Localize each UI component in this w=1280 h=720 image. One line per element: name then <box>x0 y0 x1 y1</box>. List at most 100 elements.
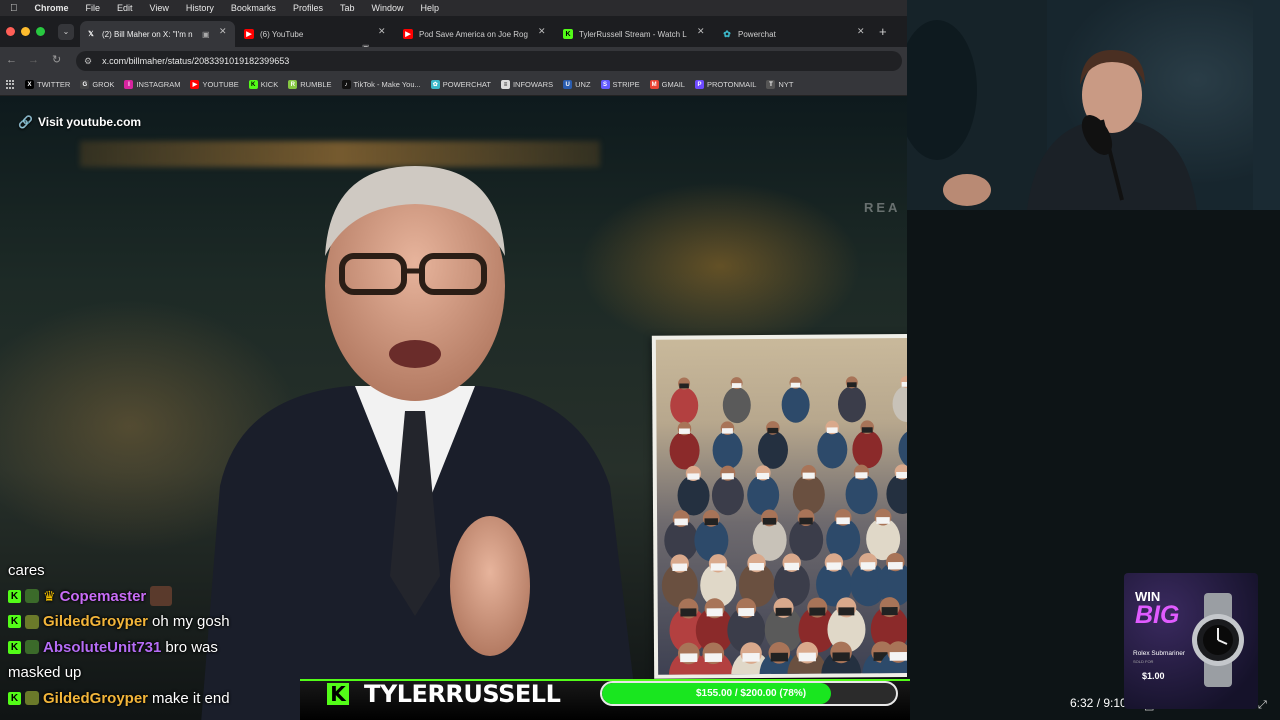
chat-username[interactable]: Copemaster <box>60 584 147 610</box>
close-tab-icon[interactable]: ✕ <box>857 27 865 36</box>
bookmark-grok[interactable]: G GROK <box>80 80 114 89</box>
crowd-mask <box>680 608 697 617</box>
close-tab-icon[interactable]: ✕ <box>538 27 546 36</box>
crowd-mask <box>855 472 868 479</box>
menu-edit[interactable]: Edit <box>117 3 133 13</box>
chat-line: K GildedGroyper make it end <box>8 686 308 712</box>
crowd-person <box>670 387 699 424</box>
chat-username[interactable]: GildedGroyper <box>43 609 148 635</box>
menu-window[interactable]: Window <box>371 3 403 13</box>
menu-history[interactable]: History <box>186 3 214 13</box>
crowd-mask <box>802 472 815 479</box>
menu-file[interactable]: File <box>86 3 101 13</box>
new-tab-icon[interactable]: + <box>879 25 887 38</box>
crowd-mask <box>887 561 903 570</box>
url-text: x.com/billmaher/status/20833910191823996… <box>102 56 290 66</box>
crowd-mask <box>775 607 792 616</box>
close-tab-icon[interactable]: ✕ <box>697 27 705 36</box>
address-bar[interactable]: ⚙ x.com/billmaher/status/208339101918239… <box>76 51 902 71</box>
reload-icon[interactable]: ↻ <box>52 53 61 67</box>
site-info-icon[interactable]: ⚙ <box>84 56 92 67</box>
donation-goal-text: $155.00 / $200.00 (78%) <box>695 688 807 699</box>
bookmark-instagram[interactable]: I INSTAGRAM <box>124 80 180 89</box>
bookmark-protonmail[interactable]: P PROTONMAIL <box>694 80 756 89</box>
menubar-app-name[interactable]: Chrome <box>35 3 69 13</box>
chat-line: K AbsoluteUnit731 bro was <box>8 635 308 661</box>
emote-icon <box>150 586 173 607</box>
crowd-mask <box>680 653 698 663</box>
tiktok-icon: ♪ <box>341 80 351 89</box>
bookmark-rumble[interactable]: R RUMBLE <box>288 80 332 89</box>
apple-icon[interactable]:  <box>10 3 18 14</box>
minimize-window-button[interactable] <box>21 27 30 36</box>
protonmail-icon: P <box>694 80 704 89</box>
crowd-person <box>677 475 710 516</box>
kick-badge-icon: K <box>8 691 21 705</box>
bookmark-infowars[interactable]: ≡ INFOWARS <box>500 80 554 89</box>
crowd-mask <box>847 382 857 388</box>
close-tab-icon[interactable]: ✕ <box>378 27 386 36</box>
bookmark-label: INFOWARS <box>512 80 554 89</box>
tab-tylerrussell-stream[interactable]: K TylerRussell Stream - Watch L <box>557 21 692 47</box>
kick-badge-icon: K <box>8 615 21 629</box>
chat-text: bro was <box>165 638 218 656</box>
tab-powerchat[interactable]: ✿ Powerchat <box>716 21 856 47</box>
bookmark-unz[interactable]: U UNZ <box>563 80 591 89</box>
chat-username[interactable]: GildedGroyper <box>43 686 148 712</box>
crowd-mask <box>826 427 838 433</box>
crowd-person <box>781 386 810 423</box>
chat-line: cares <box>8 558 308 584</box>
menu-view[interactable]: View <box>150 3 169 13</box>
instagram-icon: I <box>124 80 134 89</box>
chat-username[interactable]: AbsoluteUnit731 <box>43 635 161 661</box>
back-icon[interactable]: ← <box>6 53 17 67</box>
bookmark-nyt[interactable]: T NYT <box>766 80 793 89</box>
tab-search-chevron-icon[interactable]: ⌄ <box>58 24 74 40</box>
crowd-mask <box>784 562 800 571</box>
link-icon: 🔗 <box>18 115 33 129</box>
tab-bill-maher[interactable]: 𝕏 (2) Bill Maher on X: "I'm n ▣ <box>80 21 235 47</box>
video-time: 6:32 / 9:10 <box>1070 696 1127 710</box>
watch-icon <box>1192 593 1244 687</box>
tab-youtube[interactable]: ▶ (6) YouTube <box>238 21 368 47</box>
crowd-mask <box>674 518 688 526</box>
close-tab-icon[interactable]: ✕ <box>219 27 227 36</box>
chat-text: masked up <box>8 664 82 681</box>
bookmark-gmail[interactable]: M GMAIL <box>649 80 685 89</box>
visit-youtube-link[interactable]: 🔗 Visit youtube.com <box>18 115 141 129</box>
bookmark-label: RUMBLE <box>300 80 332 89</box>
crowd-mask <box>798 652 816 662</box>
bookmark-tiktok-make-you[interactable]: ♪ TikTok - Make You... <box>341 80 421 89</box>
crowd-person <box>892 385 907 422</box>
bookmark-stripe[interactable]: S STRIPE <box>600 80 640 89</box>
bookmark-twitter[interactable]: X TWITTER <box>25 80 70 89</box>
youtube-icon: ▶ <box>244 29 254 39</box>
screen:  Chrome File Edit View History Bookmark… <box>0 0 1280 720</box>
bookmark-powerchat[interactable]: ✿ POWERCHAT <box>430 80 491 89</box>
fullscreen-icon[interactable]: ⤢ <box>1258 699 1267 712</box>
crowd-person <box>722 387 751 424</box>
forward-icon[interactable]: → <box>28 53 39 67</box>
zoom-window-button[interactable] <box>36 27 45 36</box>
ad-big-text: BIG <box>1135 601 1180 629</box>
infowars-icon: ≡ <box>500 80 510 89</box>
bookmark-label: NYT <box>778 80 794 89</box>
crowd-person <box>757 430 788 469</box>
menu-tab[interactable]: Tab <box>340 3 355 13</box>
tab-pod-save-america[interactable]: ▶ Pod Save America on Joe Rog <box>397 21 532 47</box>
sponsor-ad[interactable]: WIN BIG Rolex Submariner SOLD FOR $1.00 <box>1124 573 1258 709</box>
crowd-person <box>886 473 907 514</box>
apps-grid-icon[interactable] <box>6 80 15 89</box>
nyt-icon: T <box>766 80 776 89</box>
menu-profiles[interactable]: Profiles <box>293 3 323 13</box>
close-window-button[interactable] <box>6 27 15 36</box>
menu-bookmarks[interactable]: Bookmarks <box>231 3 276 13</box>
tab-title: (2) Bill Maher on X: "I'm n <box>102 29 193 39</box>
crowd-mask <box>749 562 764 571</box>
crowd-mask <box>826 562 842 570</box>
menu-help[interactable]: Help <box>420 3 439 13</box>
visit-link-label: Visit youtube.com <box>37 115 142 129</box>
streamer-figure <box>907 0 1197 210</box>
bookmark-kick[interactable]: K KICK <box>248 80 278 89</box>
bookmark-youtube[interactable]: ▶ YOUTUBE <box>190 80 239 89</box>
